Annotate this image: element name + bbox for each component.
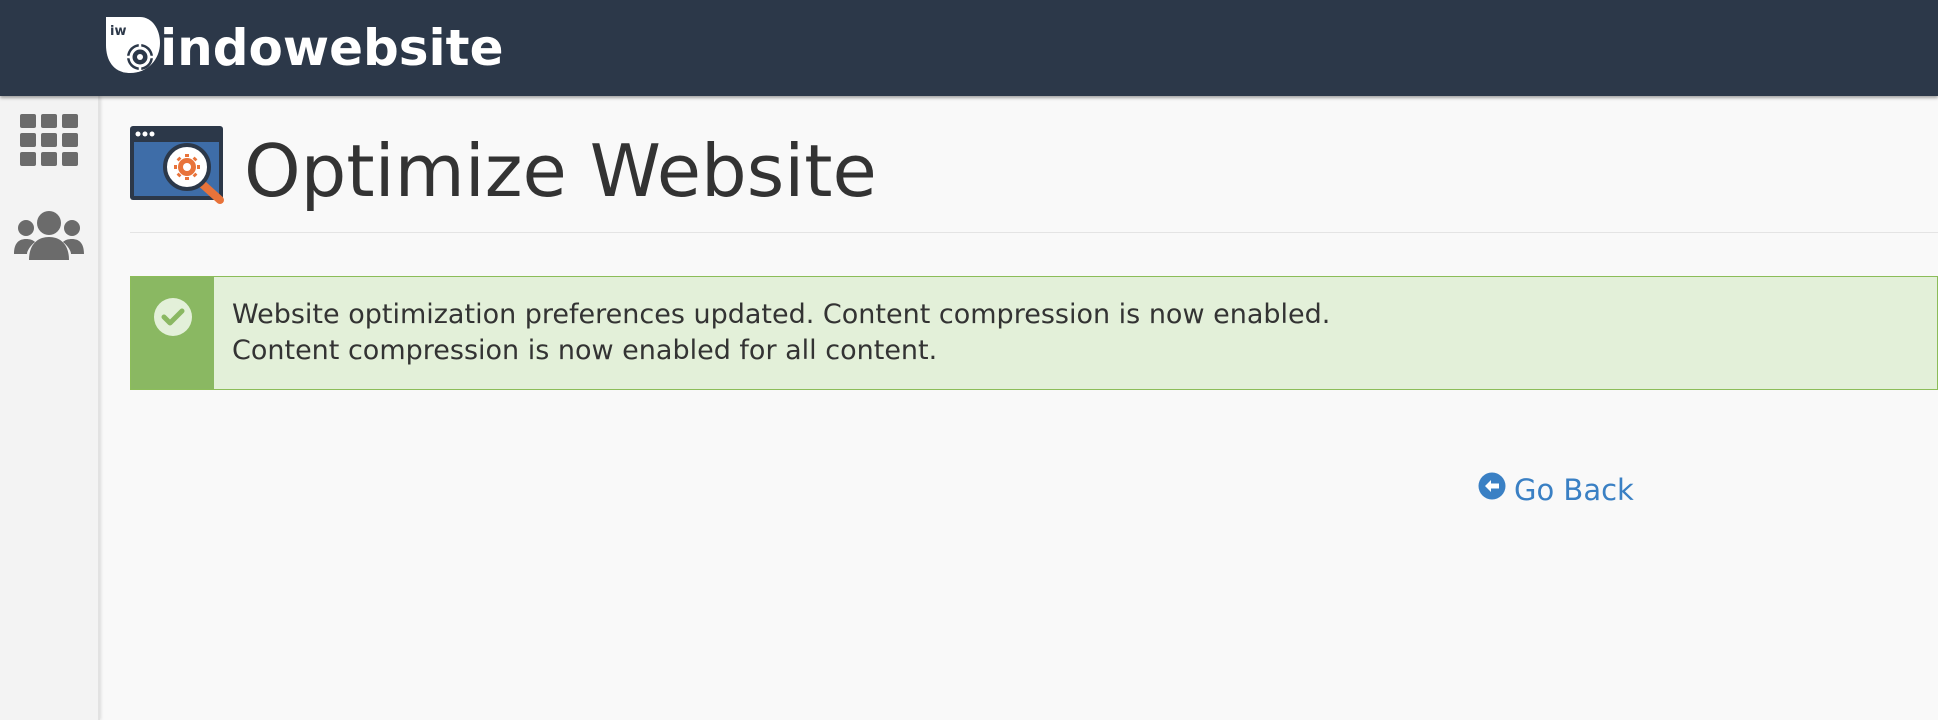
alert-icon-column — [131, 277, 214, 389]
users-icon — [14, 210, 84, 266]
alert-message: Website optimization preferences updated… — [214, 277, 1330, 389]
indowebsite-logo-icon: iw — [100, 13, 166, 79]
main-content: Optimize Website Website optimization pr… — [130, 96, 1938, 720]
go-back-link[interactable]: Go Back — [1478, 472, 1634, 507]
page-header: Optimize Website — [130, 126, 1938, 233]
brand-logo[interactable]: iw indowebsite — [100, 12, 503, 80]
brand-name: indowebsite — [160, 19, 504, 77]
sidebar-item-users[interactable] — [14, 208, 84, 268]
optimize-website-icon — [130, 126, 226, 206]
alert-line-2: Content compression is now enabled for a… — [232, 335, 938, 366]
grid-apps-icon — [20, 114, 78, 170]
success-alert: Website optimization preferences updated… — [130, 276, 1938, 390]
arrow-circle-left-icon — [1478, 472, 1506, 507]
left-sidebar — [0, 96, 100, 720]
go-back-label: Go Back — [1514, 472, 1634, 507]
page-title: Optimize Website — [244, 129, 877, 213]
alert-line-1: Website optimization preferences updated… — [232, 299, 1331, 330]
top-header-bar: iw indowebsite — [0, 0, 1938, 96]
sidebar-item-apps[interactable] — [14, 112, 84, 172]
logo-mark-text: iw — [110, 24, 126, 39]
check-circle-icon — [153, 297, 193, 341]
